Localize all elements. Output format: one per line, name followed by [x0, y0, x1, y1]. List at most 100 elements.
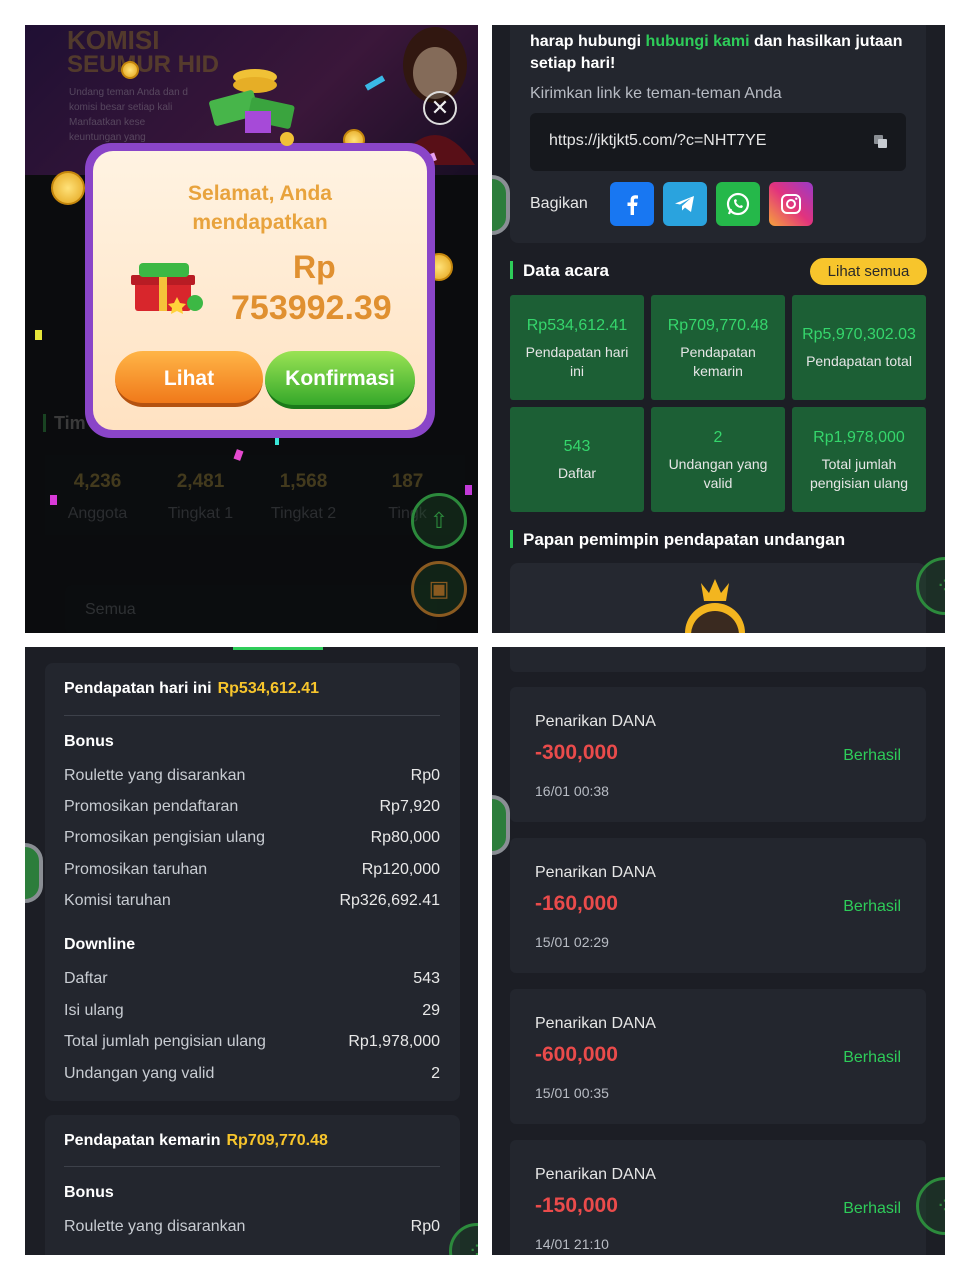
- withdrawal-date: 15/01 02:29: [535, 934, 609, 950]
- facebook-icon[interactable]: [610, 182, 654, 226]
- leaderboard-title: Papan pemimpin pendapatan undangan: [510, 530, 845, 550]
- wallet-icon[interactable]: ▣: [411, 561, 467, 617]
- reward-modal: Selamat, Anda mendapatkan Rp 753992.39 L…: [85, 143, 435, 438]
- withdrawal-amount: -150,000: [535, 1194, 618, 1217]
- telegram-icon[interactable]: [663, 182, 707, 226]
- stat-today-earnings: Rp534,612.41 Pendapatan hari ini: [510, 295, 644, 400]
- row-label: Undangan yang valid: [64, 1065, 215, 1082]
- reward-title-line2: mendapatkan: [192, 211, 328, 234]
- divider: [64, 1166, 440, 1167]
- withdrawal-title: Penarikan DANA: [535, 713, 656, 730]
- withdrawal-card-partial: [510, 647, 926, 672]
- stat-label: Total jumlah pengisian ulang: [809, 456, 909, 491]
- bonus-row: Roulette yang disarankan Rp0: [64, 1218, 440, 1236]
- divider: [64, 715, 440, 716]
- reward-modal-body: Selamat, Anda mendapatkan Rp 753992.39 L…: [93, 151, 427, 430]
- invite-intro-line1: harap hubungi hubungi kami dan hasilkan …: [530, 33, 902, 51]
- stat-label: Pendapatan hari ini: [525, 344, 629, 379]
- withdrawal-status: Berhasil: [843, 898, 901, 915]
- side-drawer-handle[interactable]: [25, 843, 43, 903]
- row-value: Rp1,978,000: [348, 1033, 440, 1050]
- row-value: 543: [413, 970, 440, 987]
- row-value: Rp80,000: [370, 829, 440, 846]
- gold-coin-icon: [121, 61, 139, 79]
- stat-label: Pendapatan kemarin: [680, 344, 756, 379]
- bonus-group-title: Bonus: [64, 1184, 114, 1201]
- reward-amount: 753992.39: [231, 289, 392, 327]
- withdrawal-title: Penarikan DANA: [535, 1166, 656, 1183]
- send-link-label: Kirimkan link ke teman-teman Anda: [530, 85, 782, 102]
- share-label: Bagikan: [530, 195, 588, 212]
- stat-value: 543: [563, 438, 591, 455]
- yesterday-earnings-header: Pendapatan kemarin Rp709,770.48: [64, 1132, 328, 1150]
- confirm-button[interactable]: Konfirmasi: [265, 351, 415, 409]
- yesterday-earnings-card: Pendapatan kemarin Rp709,770.48 Bonus Rou…: [45, 1115, 460, 1255]
- close-icon[interactable]: ✕: [423, 91, 457, 125]
- stat-label: Undangan yang valid: [668, 456, 768, 491]
- instagram-icon[interactable]: [769, 182, 813, 226]
- confetti-icon: [50, 495, 57, 505]
- downline-group-title: Downline: [64, 936, 136, 953]
- bonus-row: Komisi taruhan Rp326,692.41: [64, 892, 440, 910]
- side-drawer-handle[interactable]: [492, 175, 510, 235]
- stat-value: Rp1,978,000: [813, 429, 905, 446]
- yesterday-earnings-value: Rp709,770.48: [226, 1132, 328, 1149]
- gift-box-icon: [131, 263, 203, 314]
- stat-total-recharge: Rp1,978,000 Total jumlah pengisian ulang: [792, 407, 926, 512]
- side-drawer-handle[interactable]: [492, 795, 510, 855]
- stat-label: Pendapatan total: [806, 353, 912, 369]
- whatsapp-icon[interactable]: [716, 182, 760, 226]
- money-pile-icon: [209, 69, 295, 146]
- scroll-top-icon[interactable]: ⇧: [411, 493, 467, 549]
- today-earnings-label: Pendapatan hari ini: [64, 680, 212, 697]
- row-label: Promosikan pendaftaran: [64, 798, 239, 815]
- view-button[interactable]: Lihat: [115, 351, 263, 407]
- withdrawal-title: Penarikan DANA: [535, 1015, 656, 1032]
- stat-value: Rp5,970,302.03: [802, 326, 916, 343]
- row-value: Rp120,000: [361, 861, 440, 878]
- yesterday-earnings-label: Pendapatan kemarin: [64, 1132, 221, 1149]
- stat-label: Daftar: [557, 465, 597, 481]
- gold-coin-icon: [51, 171, 85, 205]
- leaderboard-podium: [510, 563, 926, 633]
- reward-popup-screen: KOMISI SEUMUR HID Undang teman Anda dan …: [25, 25, 478, 633]
- downline-row: Isi ulang 29: [64, 1002, 440, 1020]
- row-value: Rp0: [410, 767, 440, 784]
- withdrawal-amount: -160,000: [535, 892, 618, 915]
- withdrawal-amount: -600,000: [535, 1043, 618, 1066]
- stat-total-earnings: Rp5,970,302.03 Pendapatan total: [792, 295, 926, 400]
- invite-link-text: https://jktjkt5.com/?c=NHT7YE: [549, 132, 767, 149]
- stat-value: 2: [713, 429, 723, 446]
- row-value: 2: [431, 1065, 440, 1082]
- stat-registered: 543 Daftar: [510, 407, 644, 512]
- withdrawal-card[interactable]: Penarikan DANA -300,000 Berhasil 16/01 0…: [510, 687, 926, 822]
- event-data-title: Data acara: [510, 261, 609, 281]
- earnings-detail-screen: Pendapatan hari ini Rp534,612.41 Bonus Ro…: [25, 647, 478, 1255]
- row-label: Promosikan taruhan: [64, 861, 208, 878]
- withdrawal-date: 15/01 00:35: [535, 1085, 609, 1101]
- row-label: Total jumlah pengisian ulang: [64, 1033, 266, 1050]
- contact-us-link[interactable]: hubungi kami: [646, 33, 750, 50]
- withdrawal-date: 16/01 00:38: [535, 783, 609, 799]
- bonus-row: Promosikan pendaftaran Rp7,920: [64, 798, 440, 816]
- stat-valid-invites: 2 Undangan yang valid: [651, 407, 785, 512]
- withdrawal-card[interactable]: Penarikan DANA -600,000 Berhasil 15/01 0…: [510, 989, 926, 1124]
- withdrawal-title: Penarikan DANA: [535, 864, 656, 881]
- row-label: Roulette yang disarankan: [64, 767, 246, 784]
- bonus-row: Roulette yang disarankan Rp0: [64, 767, 440, 785]
- withdrawal-card[interactable]: Penarikan DANA -150,000 Berhasil 14/01 2…: [510, 1140, 926, 1255]
- copy-icon[interactable]: [874, 135, 888, 149]
- reward-modal-title: Selamat, Anda mendapatkan: [93, 179, 427, 237]
- confetti-icon: [465, 485, 472, 495]
- invite-link-field[interactable]: https://jktjkt5.com/?c=NHT7YE: [530, 113, 906, 171]
- withdrawal-status: Berhasil: [843, 1049, 901, 1066]
- withdrawal-card[interactable]: Penarikan DANA -160,000 Berhasil 15/01 0…: [510, 838, 926, 973]
- row-label: Daftar: [64, 970, 108, 987]
- see-all-button[interactable]: Lihat semua: [810, 258, 927, 285]
- downline-row: Daftar 543: [64, 970, 440, 988]
- row-label: Promosikan pengisian ulang: [64, 829, 266, 846]
- row-label: Komisi taruhan: [64, 892, 171, 909]
- reward-currency: Rp: [293, 249, 336, 285]
- today-earnings-value: Rp534,612.41: [217, 680, 319, 697]
- today-earnings-header: Pendapatan hari ini Rp534,612.41: [64, 680, 319, 698]
